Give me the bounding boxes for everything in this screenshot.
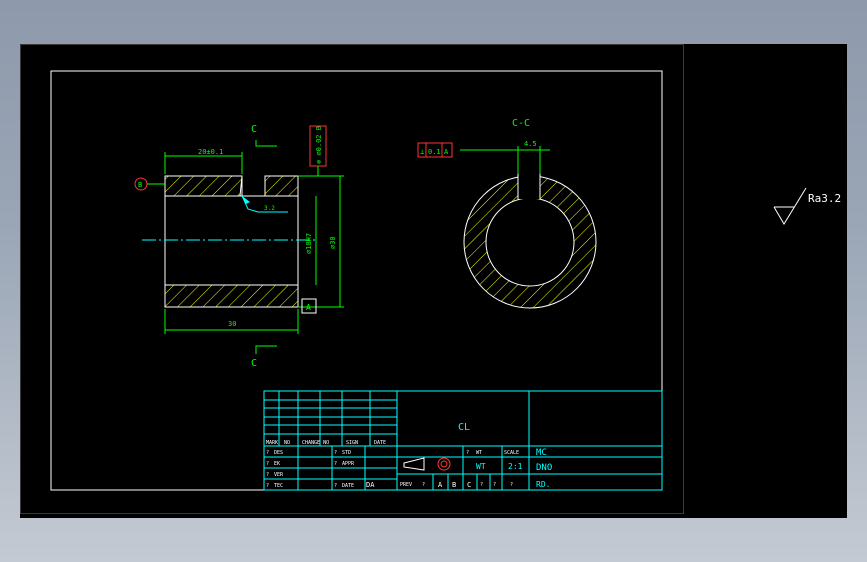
- surface-finish-local: 3.2: [264, 205, 275, 212]
- tolerance-symbol: ⊥: [420, 148, 424, 156]
- svg-text:DATE: DATE: [374, 440, 386, 446]
- hatch-top-right: [264, 175, 299, 197]
- svg-text:?: ?: [334, 483, 337, 489]
- mc-label: MC: [536, 448, 547, 458]
- drawing-canvas: C C 20±0.1 30 ⌀18H7 ⌀30 ⊚ ⌀0.02 B 3.2 B: [50, 70, 841, 491]
- appr-label: APPR: [342, 461, 355, 467]
- svg-text:?: ?: [510, 482, 513, 488]
- cell-a: A: [438, 481, 443, 489]
- title-name: CL: [458, 422, 470, 433]
- section-view-title: C-C: [512, 118, 530, 129]
- svg-text:?: ?: [334, 450, 337, 456]
- datum-a-label: A: [306, 303, 311, 312]
- prev-label: PREV: [400, 482, 412, 488]
- svg-text:CHANGE NO: CHANGE NO: [302, 440, 329, 446]
- mark-header: MARK: [266, 440, 278, 446]
- dim-slot: 4.5: [524, 140, 537, 148]
- cad-viewport[interactable]: C C 20±0.1 30 ⌀18H7 ⌀30 ⊚ ⌀0.02 B 3.2 B: [20, 44, 847, 518]
- dim-length-bottom: 30: [228, 320, 236, 328]
- section-label-top: C: [251, 124, 257, 135]
- tec-label: TEC: [274, 483, 283, 489]
- svg-text:NO: NO: [284, 440, 290, 446]
- scale-header: SCALE: [504, 450, 519, 456]
- hatch-bottom: [164, 284, 299, 308]
- projection-cone-icon: [403, 457, 425, 471]
- date-value: DA: [366, 481, 375, 489]
- section-inner-bore: [485, 197, 575, 287]
- section-marker-bottom: [255, 345, 277, 354]
- surface-finish-symbol: [773, 187, 807, 225]
- tolerance-datum: A: [444, 148, 449, 156]
- tolerance-value: 0.1: [428, 148, 441, 156]
- section-marker-top: [255, 140, 277, 147]
- svg-text:?: ?: [266, 483, 269, 489]
- cell-b: B: [452, 481, 456, 489]
- scale-value: 2:1: [508, 462, 523, 471]
- rd-label: RD.: [536, 480, 550, 489]
- svg-text:?: ?: [466, 450, 469, 456]
- std-label: STD: [342, 450, 351, 456]
- cell-c: C: [467, 481, 471, 489]
- datum-b-label: B: [138, 181, 142, 189]
- surface-finish-global: Ra3.2: [808, 192, 841, 205]
- ek-label: EK: [274, 461, 280, 467]
- svg-text:SIGN: SIGN: [346, 440, 358, 446]
- hatch-top-left: [164, 175, 243, 197]
- dim-length-top: 20±0.1: [198, 148, 223, 156]
- projection-circle-icon: [437, 457, 451, 471]
- svg-text:?: ?: [493, 482, 496, 488]
- wt-header: WT: [476, 450, 482, 456]
- section-slot: [518, 174, 540, 199]
- ver-label: VER: [274, 472, 284, 478]
- svg-text:?: ?: [266, 461, 269, 467]
- dno-label: DNO: [536, 463, 552, 473]
- svg-text:?: ?: [422, 482, 425, 488]
- svg-text:?: ?: [334, 461, 337, 467]
- svg-text:?: ?: [266, 472, 269, 478]
- dim-bore: ⌀18H7: [305, 233, 313, 254]
- svg-text:?: ?: [266, 450, 269, 456]
- svg-text:?: ?: [480, 482, 483, 488]
- section-label-bottom: C: [251, 358, 257, 369]
- date-label: DATE: [342, 483, 354, 489]
- dim-outer: ⌀30: [329, 236, 337, 249]
- tolerance-frame-left-text: ⊚ ⌀0.02 B: [315, 126, 323, 164]
- des-label: DES: [274, 450, 283, 456]
- wt-value: WT: [476, 462, 486, 471]
